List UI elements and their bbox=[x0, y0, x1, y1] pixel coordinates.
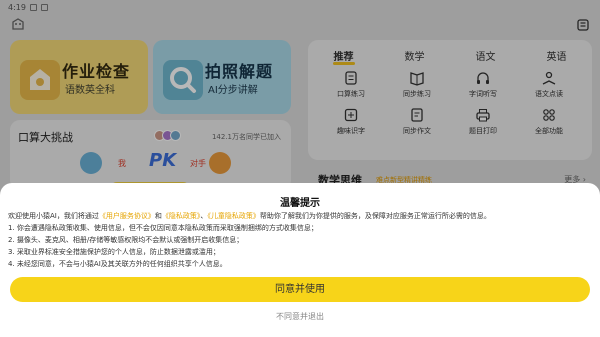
dialog-item: 2. 摄像头、麦克风、相册/存储等敏感权限均不会默认或强制开启收集信息； bbox=[8, 236, 244, 244]
dialog-item: 1. 你会遭遇隐私政策收集、使用信息，但不会仅因同意本隐私政策而采取强制捆绑的方… bbox=[8, 224, 318, 232]
dialog-body: 欢迎使用小猿AI，我们将通过《用户服务协议》和《隐私政策》、《儿童隐私政策》帮助… bbox=[8, 210, 592, 268]
dialog-item: 3. 采取业界标准安全措施保护您的个人信息，防止数据泄露或滥用； bbox=[8, 248, 220, 256]
decline-button[interactable]: 不同意并退出 bbox=[0, 311, 600, 322]
agree-button[interactable]: 同意并使用 bbox=[10, 277, 590, 302]
privacy-policy-link[interactable]: 《隐私政策》 bbox=[162, 212, 201, 220]
child-privacy-link[interactable]: 《儿童隐私政策》 bbox=[207, 212, 260, 220]
user-agreement-link[interactable]: 《用户服务协议》 bbox=[99, 212, 155, 220]
dialog-intro: 欢迎使用小猿AI，我们将通过《用户服务协议》和《隐私政策》、《儿童隐私政策》帮助… bbox=[8, 210, 592, 222]
intro-text: 和 bbox=[154, 212, 162, 220]
privacy-dialog: 温馨提示 欢迎使用小猿AI，我们将通过《用户服务协议》和《隐私政策》、《儿童隐私… bbox=[0, 183, 600, 337]
dialog-title: 温馨提示 bbox=[280, 198, 320, 209]
intro-text: 欢迎使用小猿AI，我们将通过 bbox=[8, 212, 99, 220]
dialog-item: 4. 未经您同意，不会与小猿AI及其关联方外的任何组织共享个人信息。 bbox=[8, 260, 227, 268]
intro-text: 帮助你了解我们为你提供的服务，及保障对应服务正常运行所必需的信息。 bbox=[259, 212, 491, 220]
